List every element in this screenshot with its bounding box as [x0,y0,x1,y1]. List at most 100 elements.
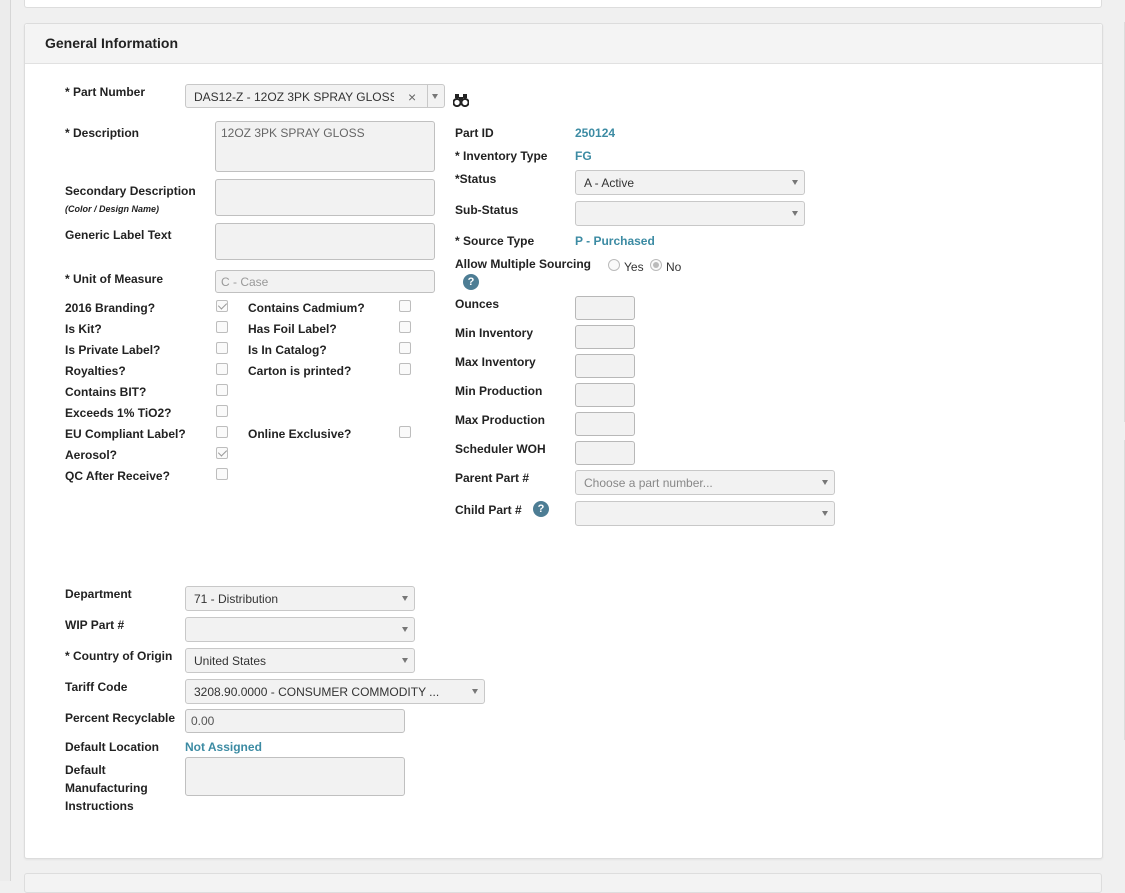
question-icon[interactable]: ? [533,501,549,517]
max-production-input[interactable] [575,412,635,436]
unit-of-measure-field[interactable]: C - Case [215,270,435,293]
panel-header: General Information [25,24,1102,64]
department-value: 71 - Distribution [194,592,279,606]
flag-checkbox-in-catalog[interactable] [399,342,411,354]
next-panel-edge [24,873,1102,893]
flag-checkbox-carton-printed[interactable] [399,363,411,375]
flag-checkbox-online-exclusive[interactable] [399,426,411,438]
source-type-label: * Source Type [455,234,535,248]
sub-status-select[interactable] [575,201,805,226]
flag-label: Contains BIT? [65,385,147,399]
numeric-field-label: Min Inventory [455,326,534,340]
unit-of-measure-placeholder: C - Case [221,275,269,289]
part-id-label: Part ID [455,126,494,140]
sourcing-no-label: No [666,260,682,274]
default-instructions-field[interactable] [185,757,405,796]
status-value: A - Active [584,176,635,190]
secondary-description-hint: (Color / Design Name) [65,204,160,214]
flag-checkbox-foil-label[interactable] [399,321,411,333]
flag-checkbox-private-label[interactable] [216,342,228,354]
chevron-down-icon [822,480,828,485]
percent-recyclable-label: Percent Recyclable [65,711,176,725]
sourcing-yes-radio[interactable] [608,259,620,271]
secondary-description-label: Secondary Description [65,184,196,198]
generic-label-text-label: Generic Label Text [65,228,172,242]
flag-label: Is Kit? [65,322,102,336]
inventory-type-label: * Inventory Type [455,149,548,163]
part-number-select[interactable]: DAS12-Z - 12OZ 3PK SPRAY GLOSS × [185,84,445,108]
department-select[interactable]: 71 - Distribution [185,586,415,611]
flag-checkbox-contains-bit[interactable] [216,384,228,396]
sourcing-no-radio[interactable] [650,259,662,271]
percent-recyclable-input[interactable]: 0.00 [185,709,405,733]
flag-label: QC After Receive? [65,469,170,483]
flag-checkbox-qc-after-receive[interactable] [216,468,228,480]
min-production-input[interactable] [575,383,635,407]
clear-icon[interactable]: × [408,89,416,105]
chevron-down-icon [402,627,408,632]
wip-part-select[interactable] [185,617,415,642]
parent-part-placeholder: Choose a part number... [584,476,713,490]
numeric-field-label: Ounces [455,297,500,311]
flag-label: Contains Cadmium? [248,301,365,315]
flag-label: Royalties? [65,364,126,378]
default-instructions-label: Manufacturing [65,781,148,795]
default-location-label: Default Location [65,740,160,754]
department-label: Department [65,587,132,601]
status-label: *Status [455,172,497,186]
allow-multiple-sourcing-label: Allow Multiple Sourcing [455,257,591,271]
child-part-select[interactable] [575,501,835,526]
chevron-down-icon [792,211,798,216]
flag-label: Online Exclusive? [248,427,352,441]
description-label: * Description [65,126,140,140]
flag-checkbox-royalties[interactable] [216,363,228,375]
part-number-label: * Part Number [65,85,146,99]
question-icon[interactable]: ? [463,274,479,290]
chevron-down-icon [822,511,828,516]
part-number-value: DAS12-Z - 12OZ 3PK SPRAY GLOSS [194,90,394,104]
flag-checkbox-is-kit[interactable] [216,321,228,333]
flag-label: Is Private Label? [65,343,161,357]
chevron-down-icon [402,596,408,601]
source-type-value: P - Purchased [575,234,655,248]
chevron-down-icon [402,658,408,663]
description-value: 12OZ 3PK SPRAY GLOSS [221,126,365,140]
chevron-down-icon [432,94,438,99]
default-location-value[interactable]: Not Assigned [185,740,262,754]
country-of-origin-label: * Country of Origin [65,649,173,663]
child-part-label: Child Part # [455,503,522,517]
numeric-field-label: Min Production [455,384,543,398]
flag-checkbox-aerosol[interactable] [216,447,228,459]
panel-title: General Information [45,35,179,51]
previous-panel-edge [24,0,1102,8]
binoculars-icon[interactable] [452,94,470,110]
parent-part-select[interactable]: Choose a part number... [575,470,835,495]
country-of-origin-select[interactable]: United States [185,648,415,673]
secondary-description-field[interactable] [215,179,435,216]
scheduler-woh-input[interactable] [575,441,635,465]
max-inventory-input[interactable] [575,354,635,378]
country-of-origin-value: United States [194,654,267,668]
status-select[interactable]: A - Active [575,170,805,195]
numeric-field-label: Max Inventory [455,355,536,369]
sourcing-yes-label: Yes [624,260,644,274]
generic-label-text-field[interactable] [215,223,435,260]
flag-label: Carton is printed? [248,364,352,378]
left-gutter [0,0,11,881]
wip-part-label: WIP Part # [65,618,125,632]
flag-checkbox-2016-branding[interactable] [216,300,228,312]
numeric-field-label: Max Production [455,413,546,427]
tariff-code-select[interactable]: 3208.90.0000 - CONSUMER COMMODITY ... [185,679,485,704]
parent-part-label: Parent Part # [455,471,530,485]
flag-label: 2016 Branding? [65,301,156,315]
tariff-code-label: Tariff Code [65,680,128,694]
flag-checkbox-eu-compliant[interactable] [216,426,228,438]
flag-checkbox-contains-cadmium[interactable] [399,300,411,312]
min-inventory-input[interactable] [575,325,635,349]
ounces-input[interactable] [575,296,635,320]
flag-checkbox-exceeds-tio2[interactable] [216,405,228,417]
part-id-value: 250124 [575,126,616,140]
default-instructions-label: Instructions [65,799,134,813]
description-field[interactable]: 12OZ 3PK SPRAY GLOSS [215,121,435,172]
chevron-down-icon [792,180,798,185]
